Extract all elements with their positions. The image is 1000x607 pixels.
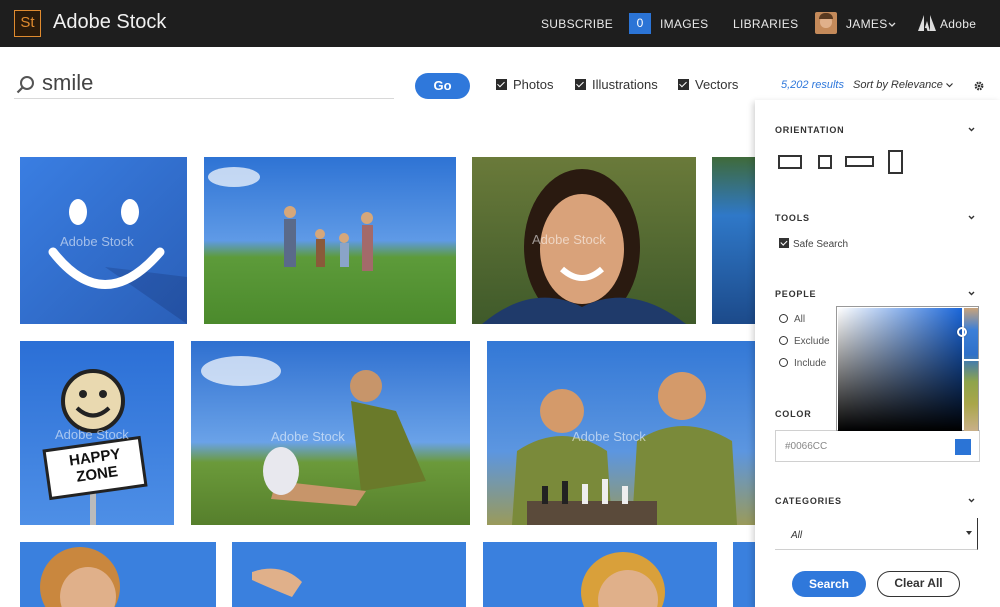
search-input[interactable]: smile (42, 70, 93, 96)
filter-photos-label: Photos (513, 77, 554, 92)
images-count-badge[interactable]: 0 (629, 13, 651, 34)
family-silhouettes (208, 167, 373, 271)
chevron-down-icon[interactable] (968, 497, 975, 504)
people-title: PEOPLE (775, 289, 817, 299)
color-hue-slider[interactable] (964, 308, 978, 431)
orientation-landscape-icon[interactable] (778, 155, 802, 169)
filter-illustrations-label: Illustrations (592, 77, 658, 92)
watermark: Adobe Stock (532, 232, 606, 247)
category-selected-value: All (791, 530, 803, 541)
filter-vectors-label: Vectors (695, 77, 739, 92)
nav-libraries[interactable]: LIBRARIES (733, 17, 798, 31)
checkbox-illustrations[interactable] (575, 79, 586, 90)
clear-all-button[interactable]: Clear All (877, 571, 960, 597)
nav-subscribe[interactable]: SUBSCRIBE (541, 17, 613, 31)
orientation-portrait-icon[interactable] (888, 150, 903, 174)
result-image-hand-sky[interactable] (232, 542, 466, 607)
nav-images[interactable]: IMAGES (660, 17, 708, 31)
safe-search-label: Safe Search (793, 239, 849, 250)
result-image-partial[interactable] (733, 542, 755, 607)
result-image-woman-portrait[interactable] (20, 542, 216, 607)
people-option-label: Exclude (794, 336, 830, 347)
sort-label: Sort by Relevance (853, 79, 943, 91)
hue-slider-marker[interactable] (963, 359, 979, 361)
radio-icon (779, 314, 788, 323)
result-image-girl-sunglasses[interactable] (483, 542, 717, 607)
chevron-down-icon[interactable] (968, 126, 975, 133)
adobe-logo-icon (918, 15, 936, 31)
tools-title: TOOLS (775, 213, 810, 223)
chevron-down-icon[interactable] (968, 290, 975, 297)
people-radio-exclude[interactable]: Exclude (779, 336, 830, 347)
people-radio-all[interactable]: All (779, 314, 805, 325)
orientation-title: ORIENTATION (775, 125, 845, 135)
filter-panel: ORIENTATION TOOLS Safe Search PEOPLE All… (755, 100, 1000, 607)
color-picker-handle[interactable] (957, 327, 967, 337)
people-option-label: All (794, 314, 806, 325)
color-hex-value: #0066CC (785, 441, 828, 452)
color-saturation-square[interactable] (838, 308, 962, 431)
checkbox-vectors[interactable] (678, 79, 689, 90)
watermark: Adobe Stock (60, 234, 134, 249)
result-image-smiling-girl[interactable]: Adobe Stock (472, 157, 696, 324)
search-button[interactable]: Search (792, 571, 866, 597)
go-button[interactable]: Go (415, 73, 470, 99)
results-count: 5,202 results (781, 79, 844, 91)
filter-illustrations[interactable]: Illustrations (575, 77, 658, 92)
sort-dropdown[interactable]: Sort by Relevance (853, 79, 953, 91)
people-option-label: Include (794, 358, 827, 369)
gear-icon[interactable] (973, 80, 985, 92)
categories-select[interactable]: All (775, 518, 978, 550)
checkbox-icon (779, 238, 789, 248)
radio-icon (779, 336, 788, 345)
people-radio-include[interactable]: Include (779, 358, 826, 369)
watermark: Adobe Stock (271, 429, 345, 444)
orientation-panoramic-icon[interactable] (845, 156, 874, 167)
adobe-stock-logo[interactable]: St (14, 10, 41, 37)
watermark: Adobe Stock (55, 427, 129, 442)
color-title: COLOR (775, 409, 812, 419)
top-bar: St Adobe Stock SUBSCRIBE 0 IMAGES LIBRAR… (0, 0, 1000, 47)
safe-search-checkbox[interactable]: Safe Search (779, 238, 848, 250)
chevron-down-icon (946, 83, 953, 88)
woman-portrait-art (40, 547, 120, 607)
result-image-woman-stretching[interactable]: Adobe Stock (191, 341, 470, 525)
chevron-down-icon[interactable] (888, 22, 896, 28)
nav-user[interactable]: JAMES (846, 17, 888, 31)
result-image-smiley-illustration[interactable]: Adobe Stock (20, 157, 187, 324)
radio-icon (779, 358, 788, 367)
filter-vectors[interactable]: Vectors (678, 77, 738, 92)
brand-title[interactable]: Adobe Stock (53, 11, 166, 34)
color-swatch[interactable] (955, 439, 971, 455)
result-image-happy-zone-sign[interactable]: Adobe Stock HAPPY ZONE (20, 341, 174, 525)
caret-down-icon (966, 531, 972, 535)
avatar[interactable] (815, 12, 837, 34)
nav-adobe[interactable]: Adobe (940, 17, 976, 31)
checkbox-photos[interactable] (496, 79, 507, 90)
color-input[interactable]: #0066CC (775, 430, 980, 462)
chevron-down-icon[interactable] (968, 214, 975, 221)
color-picker-popup[interactable] (836, 306, 979, 431)
result-image-lake[interactable] (712, 157, 755, 324)
hand-art (252, 568, 302, 597)
result-image-family-field[interactable] (204, 157, 456, 324)
categories-title: CATEGORIES (775, 496, 842, 506)
search-underline (14, 98, 394, 99)
result-image-couple-chess[interactable]: Adobe Stock (487, 341, 755, 525)
orientation-square-icon[interactable] (818, 155, 832, 169)
filter-photos[interactable]: Photos (496, 77, 553, 92)
girl-sunglasses-art (581, 552, 665, 607)
search-icon (16, 76, 34, 94)
watermark: Adobe Stock (572, 429, 646, 444)
